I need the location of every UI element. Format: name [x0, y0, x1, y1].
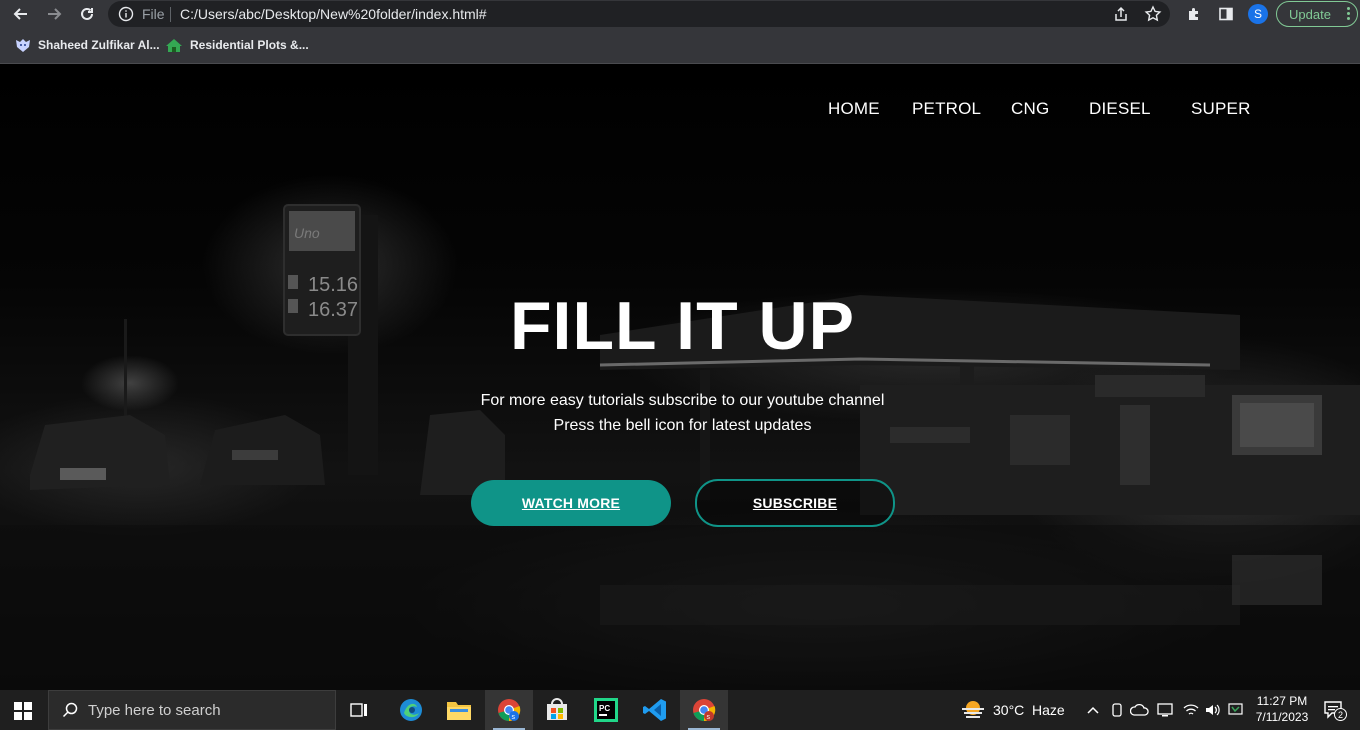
taskbar-app-chrome[interactable]: s — [485, 690, 533, 730]
page-viewport: Uno 15.16 16.37 HOME PETROL CNG DIESEL S… — [0, 65, 1360, 690]
wifi-icon[interactable] — [1182, 702, 1200, 718]
sign-brand: Uno — [294, 225, 320, 241]
reload-button[interactable] — [76, 3, 98, 25]
hero-title: FILL IT UP — [510, 288, 855, 364]
notification-center-button[interactable]: 2 — [1322, 698, 1347, 722]
meet-now-icon[interactable] — [1110, 702, 1124, 718]
taskbar-app-chrome-profile[interactable]: s — [680, 690, 728, 730]
reload-icon — [81, 7, 93, 20]
watch-more-button[interactable]: WATCH MORE — [471, 480, 671, 526]
sign-price-1: 15.16 — [308, 274, 358, 296]
pycharm-icon: PC — [594, 698, 618, 722]
windows-taskbar: Type here to search s PC s 30°C Haze 11:… — [0, 690, 1360, 730]
forward-button[interactable] — [43, 3, 65, 25]
update-button[interactable]: Update — [1276, 1, 1358, 27]
share-icon[interactable] — [1112, 5, 1130, 23]
windows-logo-icon — [14, 702, 32, 720]
back-arrow-icon — [13, 8, 27, 20]
nav-link-super[interactable]: SUPER — [1191, 99, 1251, 119]
browser-toolbar: File C:/Users/abc/Desktop/New%20folder/i… — [0, 0, 1360, 28]
taskbar-app-store[interactable] — [533, 690, 581, 730]
chrome-profile-icon: s — [693, 699, 716, 722]
file-explorer-icon — [447, 702, 471, 720]
taskbar-app-vscode[interactable] — [631, 690, 679, 730]
notification-count-badge: 2 — [1334, 708, 1347, 721]
svg-text:s: s — [707, 714, 711, 721]
start-button[interactable] — [14, 702, 32, 725]
bookmark-item[interactable]: Residential Plots &... — [165, 37, 309, 53]
nav-link-diesel[interactable]: DIESEL — [1089, 99, 1151, 119]
task-view-button[interactable] — [336, 690, 384, 730]
haze-weather-icon — [962, 701, 984, 718]
volume-icon[interactable] — [1204, 702, 1222, 718]
weather-condition[interactable]: Haze — [1032, 702, 1065, 718]
microsoft-store-icon — [547, 698, 567, 720]
extensions-button[interactable] — [1184, 4, 1204, 24]
profile-avatar[interactable]: S — [1248, 4, 1268, 24]
svg-text:PC: PC — [599, 704, 610, 713]
svg-text:s: s — [512, 714, 516, 721]
taskbar-app-pycharm[interactable]: PC — [582, 690, 630, 730]
taskbar-app-file-explorer[interactable] — [435, 690, 483, 730]
url-text[interactable]: C:/Users/abc/Desktop/New%20folder/index.… — [180, 6, 487, 22]
bookmark-label: Shaheed Zulfikar Al... — [38, 38, 160, 52]
main-nav: HOME PETROL CNG DIESEL SUPER — [0, 99, 1360, 119]
bookmark-label: Residential Plots &... — [190, 38, 309, 52]
nav-link-petrol[interactable]: PETROL — [912, 99, 981, 119]
vscode-icon — [643, 699, 666, 721]
wolf-logo-icon — [16, 39, 30, 52]
hero-subtitle-line-1: For more easy tutorials subscribe to our… — [480, 392, 885, 409]
side-panel-button[interactable] — [1216, 4, 1236, 24]
display-settings-icon[interactable] — [1156, 702, 1174, 718]
bookmarks-bar: Shaheed Zulfikar Al... Residential Plots… — [0, 28, 1360, 64]
language-icon[interactable] — [1228, 702, 1244, 718]
more-vert-icon — [1347, 7, 1350, 22]
back-button[interactable] — [10, 3, 32, 25]
taskbar-clock[interactable]: 11:27 PM 7/11/2023 — [1244, 693, 1320, 725]
update-label: Update — [1289, 6, 1331, 22]
nav-link-cng[interactable]: CNG — [1011, 99, 1049, 119]
side-panel-icon — [1219, 7, 1233, 21]
bookmark-item[interactable]: Shaheed Zulfikar Al... — [15, 37, 160, 53]
chrome-icon: s — [498, 699, 521, 722]
task-view-icon — [350, 703, 367, 717]
hero-subtitle-line-2: Press the bell icon for latest updates — [553, 417, 812, 434]
subscribe-button[interactable]: SUBSCRIBE — [695, 479, 895, 527]
sign-price-2: 16.37 — [308, 299, 358, 321]
weather-widget[interactable] — [960, 699, 986, 726]
forward-arrow-icon — [48, 8, 62, 20]
weather-temperature[interactable]: 30°C — [993, 702, 1024, 718]
edge-icon — [400, 699, 422, 721]
taskbar-search-box[interactable]: Type here to search — [48, 690, 336, 730]
chevron-up-icon[interactable] — [1086, 704, 1100, 716]
onedrive-icon[interactable] — [1130, 702, 1150, 718]
taskbar-app-edge[interactable] — [387, 690, 435, 730]
clock-time: 11:27 PM — [1256, 694, 1308, 708]
omnibox-separator — [170, 7, 171, 22]
house-logo-icon — [166, 39, 182, 52]
address-bar[interactable]: File C:/Users/abc/Desktop/New%20folder/i… — [108, 1, 1170, 27]
search-placeholder: Type here to search — [88, 701, 221, 719]
search-icon — [62, 702, 78, 718]
puzzle-icon — [1189, 8, 1198, 20]
hero-background-image: Uno 15.16 16.37 — [0, 204, 1360, 690]
nav-link-home[interactable]: HOME — [828, 99, 880, 119]
bookmark-star-icon[interactable] — [1144, 5, 1162, 23]
info-icon[interactable] — [118, 6, 134, 22]
clock-date: 7/11/2023 — [1255, 710, 1309, 724]
scheme-label: File — [142, 6, 165, 22]
